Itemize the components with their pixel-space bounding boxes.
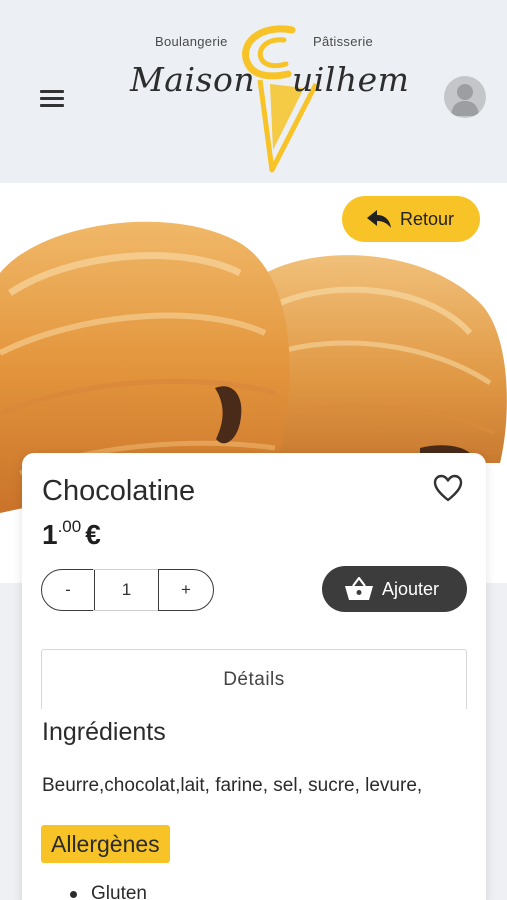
favorite-button[interactable] bbox=[432, 473, 464, 503]
quantity-input[interactable]: 1 bbox=[93, 569, 160, 611]
quantity-stepper: - 1 + bbox=[41, 569, 214, 611]
back-button[interactable]: Retour bbox=[342, 196, 480, 242]
increase-quantity-button[interactable]: + bbox=[158, 569, 214, 611]
reply-arrow-icon bbox=[367, 210, 391, 228]
hamburger-menu-icon[interactable] bbox=[38, 88, 66, 110]
tab-details[interactable]: Détails bbox=[41, 649, 467, 709]
decrease-quantity-button[interactable]: - bbox=[41, 569, 95, 611]
product-title: Chocolatine bbox=[42, 475, 196, 507]
brand-logo: Boulangerie Pâtisserie Maison uilhem bbox=[120, 22, 410, 177]
heart-outline-icon bbox=[433, 474, 463, 502]
price-currency: € bbox=[85, 519, 101, 550]
brand-name-left: Maison bbox=[130, 60, 256, 99]
list-item: Gluten bbox=[42, 883, 147, 900]
add-to-cart-label: Ajouter bbox=[382, 578, 440, 599]
app-header: Boulangerie Pâtisserie Maison uilhem bbox=[0, 0, 507, 183]
brand-subtitle-left: Boulangerie bbox=[155, 34, 228, 49]
allergens-heading: Allergènes bbox=[41, 825, 170, 863]
ingredients-text: Beurre,chocolat,lait, farine, sel, sucre… bbox=[42, 775, 423, 796]
bullet-icon bbox=[70, 890, 77, 898]
brand-subtitle-right: Pâtisserie bbox=[313, 34, 374, 49]
user-avatar[interactable] bbox=[444, 76, 486, 118]
back-button-label: Retour bbox=[400, 208, 455, 229]
basket-icon bbox=[345, 577, 373, 600]
user-silhouette-icon bbox=[451, 84, 479, 116]
brand-name-right: uilhem bbox=[292, 60, 410, 99]
product-card: Chocolatine 1.00 € - 1 + Ajouter Détails … bbox=[22, 453, 486, 900]
add-to-cart-button[interactable]: Ajouter bbox=[322, 566, 467, 612]
product-price: 1.00 € bbox=[42, 517, 101, 551]
price-decimals: .00 bbox=[57, 517, 82, 536]
ingredients-heading: Ingrédients bbox=[42, 718, 166, 746]
price-integer: 1 bbox=[42, 519, 58, 550]
allergen-label: Gluten bbox=[91, 883, 147, 900]
